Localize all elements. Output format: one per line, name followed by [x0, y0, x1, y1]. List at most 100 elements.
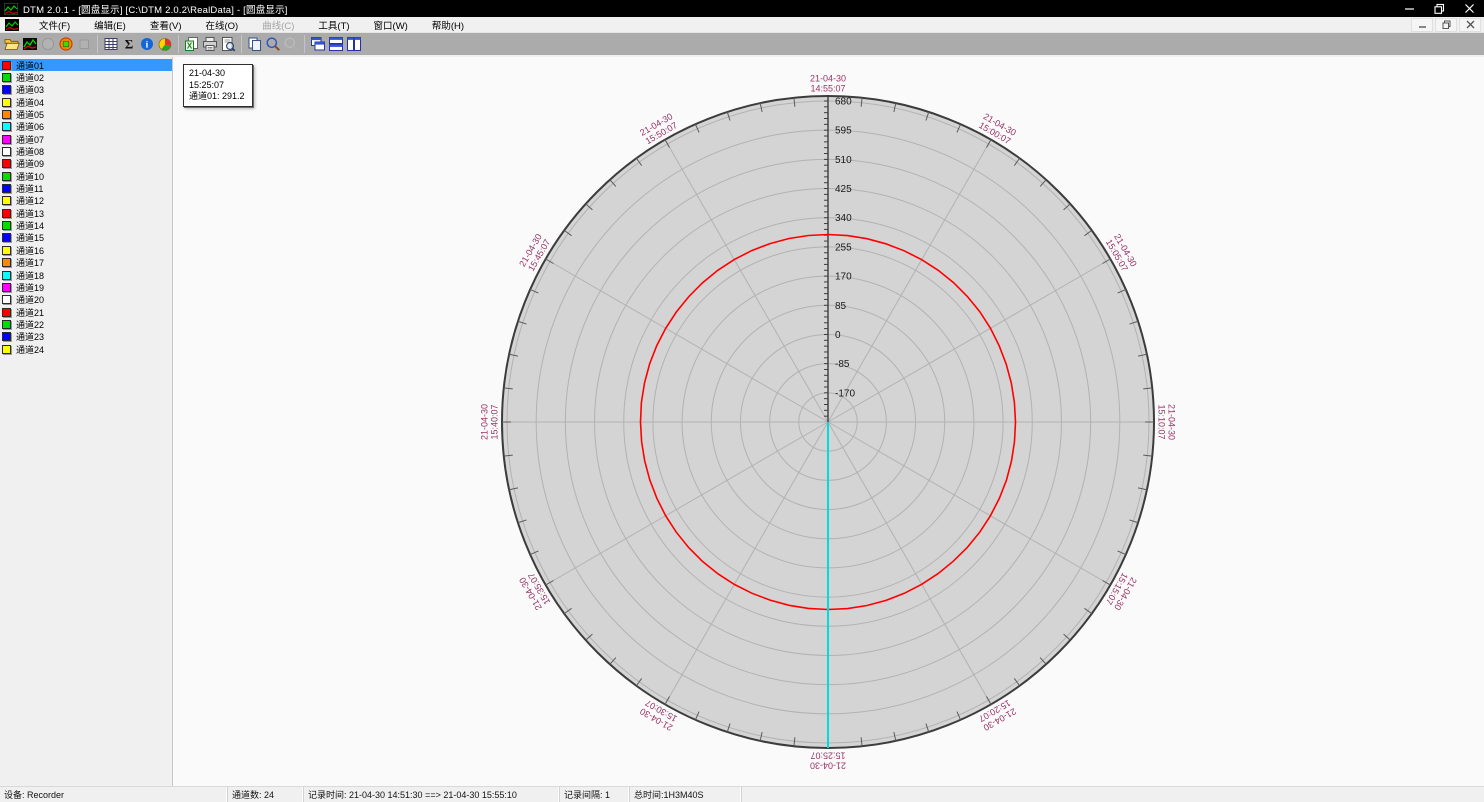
export-excel-icon[interactable]: X	[183, 35, 201, 53]
tooltip-value: 通道01: 291.2	[189, 91, 245, 103]
cascade-windows-icon[interactable]	[309, 35, 327, 53]
minimize-button[interactable]	[1394, 0, 1424, 17]
channel-item[interactable]: 通道03	[0, 84, 172, 96]
menu-items: 文件(F)编辑(E)查看(V)在线(O)曲线(C)工具(T)窗口(W)帮助(H)	[27, 17, 476, 33]
channel-item[interactable]: 通道14	[0, 219, 172, 231]
tooltip-date: 21-04-30	[189, 68, 245, 80]
channel-item[interactable]: 通道07	[0, 133, 172, 145]
channel-color-swatch	[2, 110, 11, 119]
channel-color-swatch	[2, 271, 11, 280]
channel-item[interactable]: 通道18	[0, 269, 172, 281]
channel-item[interactable]: 通道15	[0, 232, 172, 244]
channel-label: 通道20	[16, 293, 44, 306]
menu-item[interactable]: 编辑(E)	[82, 17, 138, 33]
channel-list: 通道01通道02通道03通道04通道05通道06通道07通道08通道09通道10…	[0, 57, 173, 786]
channel-color-swatch	[2, 184, 11, 193]
menu-item[interactable]: 窗口(W)	[362, 17, 420, 33]
channel-item[interactable]: 通道23	[0, 331, 172, 343]
channel-label: 通道14	[16, 219, 44, 232]
menu-item[interactable]: 在线(O)	[193, 17, 250, 33]
channel-color-swatch	[2, 196, 11, 205]
channel-label: 通道09	[16, 157, 44, 170]
channel-color-swatch	[2, 258, 11, 267]
menu-item[interactable]: 帮助(H)	[420, 17, 476, 33]
data-tooltip: 21-04-30 15:25:07 通道01: 291.2	[183, 64, 253, 107]
svg-text:0: 0	[835, 330, 841, 341]
menu-item[interactable]: 工具(T)	[306, 17, 361, 33]
channel-item[interactable]: 通道20	[0, 294, 172, 306]
mdi-window-controls	[1409, 18, 1481, 32]
channel-color-swatch	[2, 283, 11, 292]
print-preview-icon[interactable]	[219, 35, 237, 53]
toolbar-separator	[241, 35, 242, 53]
channel-item[interactable]: 通道24	[0, 343, 172, 355]
channel-item[interactable]: 通道09	[0, 158, 172, 170]
svg-text:595: 595	[835, 126, 852, 137]
stop-idle-icon	[75, 35, 93, 53]
svg-text:255: 255	[835, 242, 852, 253]
channel-label: 通道11	[16, 182, 43, 195]
tile-horizontal-icon[interactable]	[327, 35, 345, 53]
status-section: 记录间隔: 1	[560, 787, 630, 802]
pie-chart-icon[interactable]	[156, 35, 174, 53]
channel-label: 通道22	[16, 318, 44, 331]
svg-text:i: i	[146, 41, 149, 51]
channel-item[interactable]: 通道22	[0, 318, 172, 330]
channel-label: 通道23	[16, 330, 44, 343]
mdi-minimize-button[interactable]	[1411, 18, 1433, 32]
mdi-close-button[interactable]	[1459, 18, 1481, 32]
channel-item[interactable]: 通道05	[0, 108, 172, 120]
channel-color-swatch	[2, 221, 11, 230]
channel-item[interactable]: 通道01	[0, 59, 172, 71]
svg-text:680: 680	[835, 97, 852, 108]
channel-item[interactable]: 通道12	[0, 195, 172, 207]
record-active-icon[interactable]	[57, 35, 75, 53]
statistics-sigma-icon[interactable]: Σ	[120, 35, 138, 53]
channel-color-swatch	[2, 308, 11, 317]
channel-label: 通道06	[16, 120, 44, 133]
channel-color-swatch	[2, 320, 11, 329]
info-icon[interactable]: i	[138, 35, 156, 53]
svg-text:170: 170	[835, 272, 852, 283]
copy-icon[interactable]	[246, 35, 264, 53]
data-table-icon[interactable]	[102, 35, 120, 53]
svg-text:15:25:07: 15:25:07	[810, 751, 845, 761]
channel-item[interactable]: 通道11	[0, 182, 172, 194]
channel-label: 通道02	[16, 71, 44, 84]
open-file-icon[interactable]	[3, 35, 21, 53]
trend-view-icon[interactable]	[21, 35, 39, 53]
channel-item[interactable]: 通道17	[0, 257, 172, 269]
channel-color-swatch	[2, 159, 11, 168]
zoom-out-icon	[282, 35, 300, 53]
channel-label: 通道21	[16, 306, 44, 319]
mdi-restore-button[interactable]	[1435, 18, 1457, 32]
close-button[interactable]	[1454, 0, 1484, 17]
document-icon	[5, 19, 19, 31]
channel-item[interactable]: 通道06	[0, 121, 172, 133]
polar-chart[interactable]: 680595510425340255170850-85-17021-04-301…	[173, 57, 1484, 786]
channel-label: 通道04	[16, 96, 44, 109]
channel-item[interactable]: 通道19	[0, 281, 172, 293]
tooltip-time: 15:25:07	[189, 80, 245, 92]
channel-label: 通道12	[16, 194, 44, 207]
channel-color-swatch	[2, 147, 11, 156]
print-icon[interactable]	[201, 35, 219, 53]
window-title: DTM 2.0.1 - [圆盘显示] [C:\DTM 2.0.2\RealDat…	[23, 2, 288, 16]
channel-item[interactable]: 通道21	[0, 306, 172, 318]
channel-item[interactable]: 通道08	[0, 145, 172, 157]
titlebar: DTM 2.0.1 - [圆盘显示] [C:\DTM 2.0.2\RealDat…	[0, 0, 1484, 17]
channel-label: 通道01	[16, 59, 44, 72]
channel-label: 通道19	[16, 281, 44, 294]
menu-item[interactable]: 文件(F)	[27, 17, 82, 33]
channel-item[interactable]: 通道10	[0, 170, 172, 182]
restore-button[interactable]	[1424, 0, 1454, 17]
zoom-in-icon[interactable]	[264, 35, 282, 53]
channel-color-swatch	[2, 345, 11, 354]
channel-item[interactable]: 通道13	[0, 207, 172, 219]
channel-item[interactable]: 通道16	[0, 244, 172, 256]
tile-vertical-icon[interactable]	[345, 35, 363, 53]
channel-item[interactable]: 通道04	[0, 96, 172, 108]
channel-item[interactable]: 通道02	[0, 71, 172, 83]
menu-item[interactable]: 查看(V)	[138, 17, 194, 33]
svg-text:Σ: Σ	[125, 37, 134, 52]
